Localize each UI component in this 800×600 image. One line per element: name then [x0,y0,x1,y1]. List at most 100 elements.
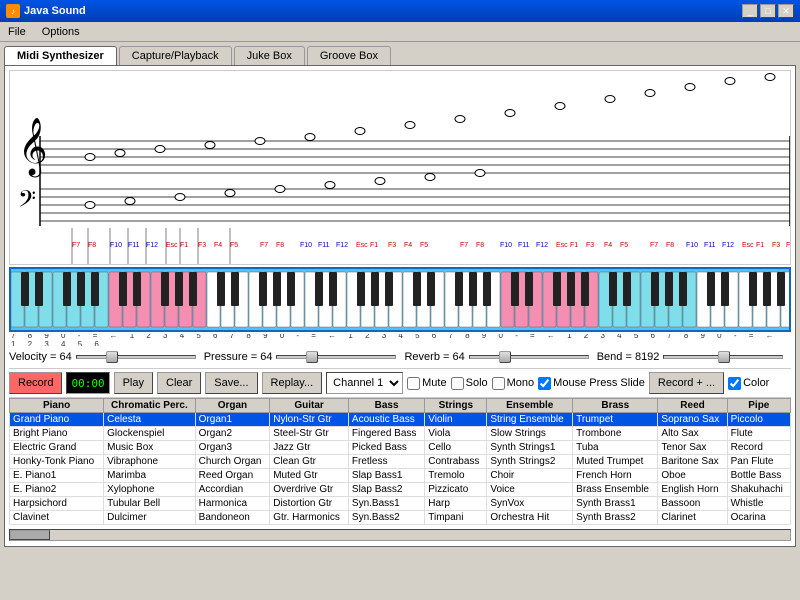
mute-checkbox[interactable] [407,377,420,390]
instrument-cell[interactable]: Synth Strings2 [487,455,573,469]
instrument-cell[interactable]: English Horn [658,483,727,497]
instrument-cell[interactable]: Tenor Sax [658,441,727,455]
instrument-table-container[interactable]: PianoChromatic Perc.OrganGuitarBassStrin… [9,398,791,528]
instrument-cell[interactable]: Pizzicato [425,483,487,497]
instrument-cell[interactable]: Clean Gtr [270,455,349,469]
instrument-cell[interactable]: Acoustic Bass [348,413,424,427]
record-button[interactable]: Record [9,372,62,394]
instrument-cell[interactable]: Whistle [727,497,790,511]
table-row[interactable]: Bright PianoGlockenspielOrgan2Steel-Str … [10,427,791,441]
instrument-cell[interactable]: Alto Sax [658,427,727,441]
instrument-cell[interactable]: Tremolo [425,469,487,483]
instrument-cell[interactable]: Timpani [425,511,487,525]
instrument-cell[interactable]: Piccolo [727,413,790,427]
instrument-cell[interactable]: Grand Piano [10,413,104,427]
instrument-cell[interactable]: Slow Strings [487,427,573,441]
instrument-cell[interactable]: Steel-Str Gtr [270,427,349,441]
instrument-cell[interactable]: Soprano Sax [658,413,727,427]
instrument-cell[interactable]: Contrabass [425,455,487,469]
instrument-cell[interactable]: Record [727,441,790,455]
instrument-cell[interactable]: Baritone Sax [658,455,727,469]
instrument-cell[interactable]: Voice [487,483,573,497]
instrument-cell[interactable]: Cello [425,441,487,455]
color-checkbox[interactable] [728,377,741,390]
instrument-cell[interactable]: Accordian [195,483,270,497]
instrument-cell[interactable]: Pan Flute [727,455,790,469]
instrument-cell[interactable]: Syn.Bass1 [348,497,424,511]
table-row[interactable]: E. Piano1MarimbaReed OrganMuted GtrSlap … [10,469,791,483]
clear-button[interactable]: Clear [157,372,201,394]
horizontal-scrollbar[interactable] [9,529,791,541]
instrument-cell[interactable]: Fingered Bass [348,427,424,441]
instrument-cell[interactable]: Tuba [573,441,658,455]
instrument-cell[interactable]: Harp [425,497,487,511]
instrument-cell[interactable]: Xylophone [104,483,196,497]
bend-slider[interactable] [663,349,783,365]
instrument-cell[interactable]: Muted Gtr [270,469,349,483]
instrument-cell[interactable]: Synth Brass2 [573,511,658,525]
instrument-cell[interactable]: Organ1 [195,413,270,427]
mono-checkbox[interactable] [492,377,505,390]
instrument-cell[interactable]: Vibraphone [104,455,196,469]
instrument-cell[interactable]: Dulcimer [104,511,196,525]
instrument-cell[interactable]: Distortion Gtr [270,497,349,511]
pressure-slider[interactable] [276,349,396,365]
reverb-slider[interactable] [469,349,589,365]
instrument-cell[interactable]: Organ2 [195,427,270,441]
record-plus-button[interactable]: Record + ... [649,372,724,394]
solo-checkbox[interactable] [451,377,464,390]
table-row[interactable]: E. Piano2XylophoneAccordianOverdrive Gtr… [10,483,791,497]
instrument-cell[interactable]: Viola [425,427,487,441]
instrument-cell[interactable]: Ocarina [727,511,790,525]
channel-select[interactable]: Channel 1 Channel 2 Channel 3 [326,372,403,394]
instrument-cell[interactable]: Picked Bass [348,441,424,455]
tab-capture-playback[interactable]: Capture/Playback [119,46,232,65]
file-menu[interactable]: File [4,25,30,39]
table-row[interactable]: Grand PianoCelestaOrgan1Nylon-Str GtrAco… [10,413,791,427]
minimize-button[interactable]: _ [742,4,758,18]
close-button[interactable]: ✕ [778,4,794,18]
instrument-cell[interactable]: Trombone [573,427,658,441]
instrument-cell[interactable]: Bottle Bass [727,469,790,483]
instrument-cell[interactable]: Synth Strings1 [487,441,573,455]
instrument-cell[interactable]: Overdrive Gtr [270,483,349,497]
instrument-cell[interactable]: Muted Trumpet [573,455,658,469]
instrument-cell[interactable]: SynVox [487,497,573,511]
instrument-cell[interactable]: Synth Brass1 [573,497,658,511]
velocity-slider[interactable] [76,349,196,365]
instrument-cell[interactable]: Bassoon [658,497,727,511]
instrument-cell[interactable]: Glockenspiel [104,427,196,441]
instrument-cell[interactable]: Organ3 [195,441,270,455]
instrument-cell[interactable]: Slap Bass2 [348,483,424,497]
instrument-cell[interactable]: Brass Ensemble [573,483,658,497]
instrument-cell[interactable]: Electric Grand [10,441,104,455]
instrument-cell[interactable]: Harpsichord [10,497,104,511]
instrument-cell[interactable]: Trumpet [573,413,658,427]
instrument-cell[interactable]: Celesta [104,413,196,427]
instrument-cell[interactable]: Marimba [104,469,196,483]
table-row[interactable]: Electric GrandMusic BoxOrgan3Jazz GtrPic… [10,441,791,455]
maximize-button[interactable]: □ [760,4,776,18]
instrument-cell[interactable]: Bright Piano [10,427,104,441]
play-button[interactable]: Play [114,372,153,394]
instrument-cell[interactable]: Music Box [104,441,196,455]
instrument-cell[interactable]: Tubular Bell [104,497,196,511]
instrument-cell[interactable]: Flute [727,427,790,441]
tab-juke-box[interactable]: Juke Box [234,46,305,65]
scrollbar-thumb[interactable] [10,530,50,540]
instrument-cell[interactable]: Violin [425,413,487,427]
tab-midi-synthesizer[interactable]: Midi Synthesizer [4,46,117,65]
instrument-cell[interactable]: Fretless [348,455,424,469]
instrument-cell[interactable]: Shakuhachi [727,483,790,497]
save-button[interactable]: Save... [205,372,257,394]
instrument-cell[interactable]: Clarinet [658,511,727,525]
instrument-cell[interactable]: Syn.Bass2 [348,511,424,525]
instrument-cell[interactable]: Nylon-Str Gtr [270,413,349,427]
table-row[interactable]: HarpsichordTubular BellHarmonicaDistorti… [10,497,791,511]
instrument-cell[interactable]: Slap Bass1 [348,469,424,483]
instrument-cell[interactable]: E. Piano1 [10,469,104,483]
instrument-cell[interactable]: Oboe [658,469,727,483]
instrument-cell[interactable]: Orchestra Hit [487,511,573,525]
instrument-cell[interactable]: Church Organ [195,455,270,469]
instrument-cell[interactable]: Honky-Tonk Piano [10,455,104,469]
